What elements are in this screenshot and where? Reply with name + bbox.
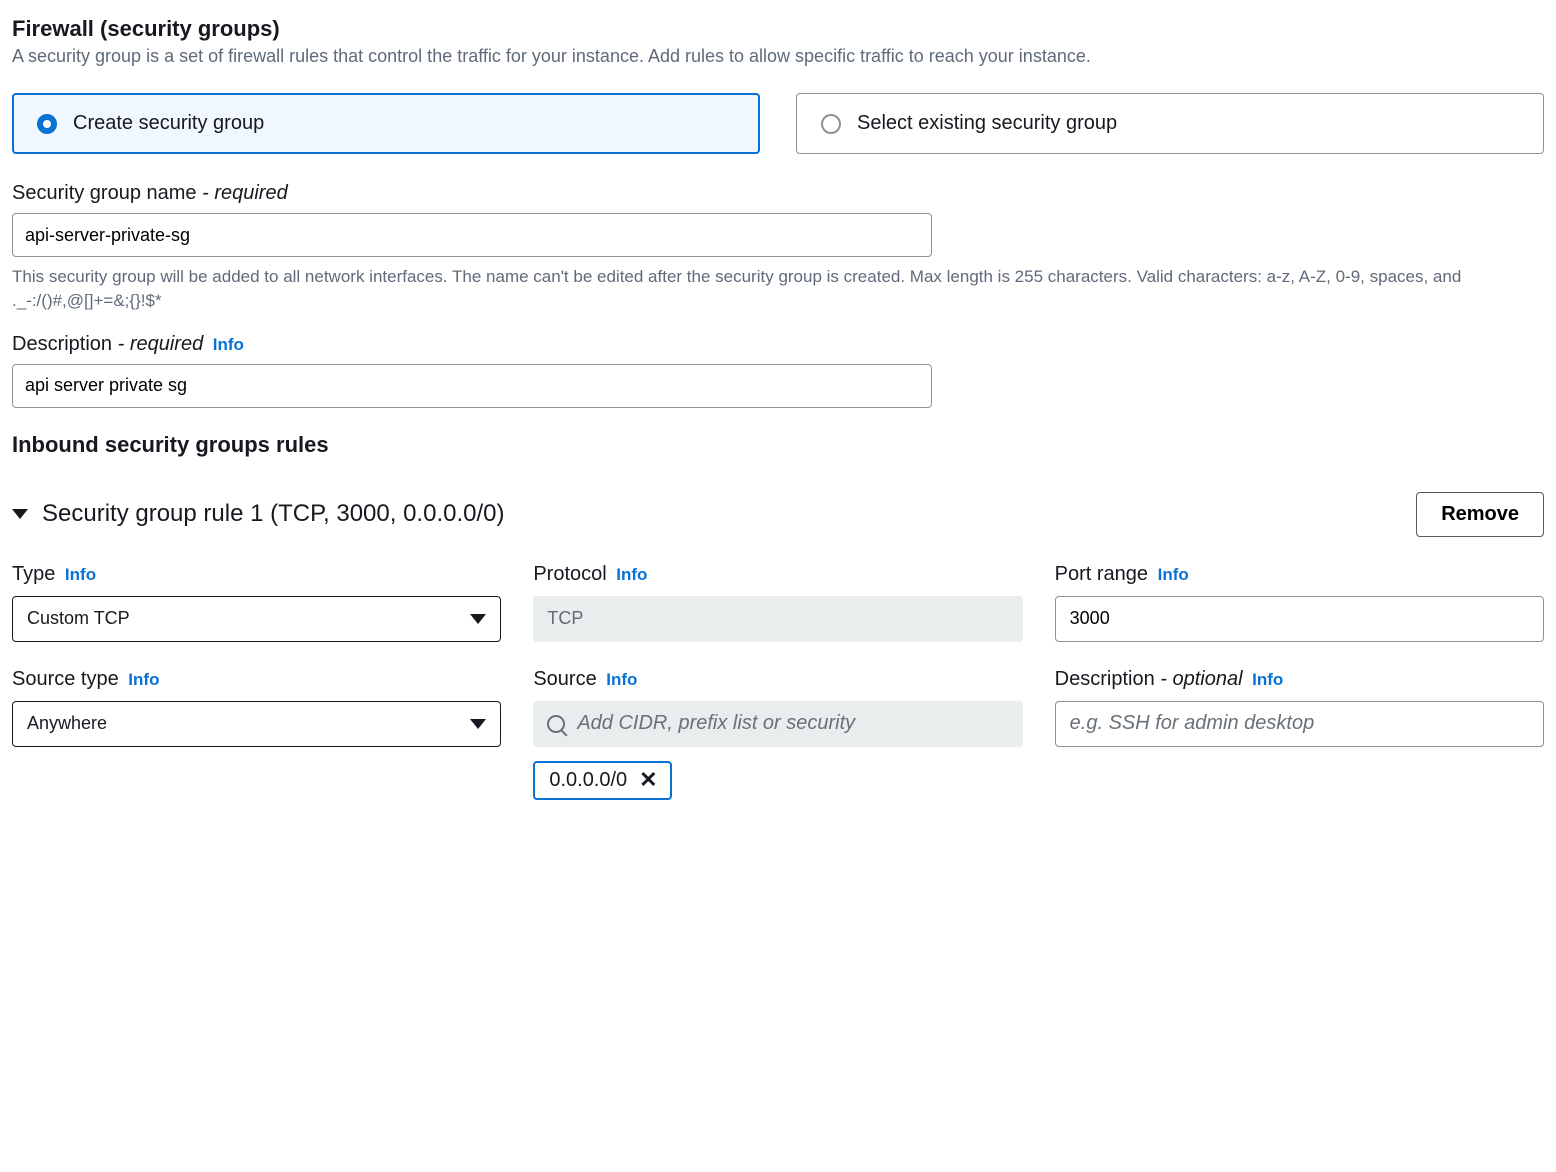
source-type-value: Anywhere [27, 713, 107, 734]
port-label: Port range Info [1055, 563, 1544, 586]
source-type-label: Source type Info [12, 668, 501, 691]
protocol-label-text: Protocol [533, 563, 606, 585]
rule-row-1: Type Info Custom TCP Protocol Info TCP P… [12, 563, 1544, 642]
firewall-heading: Firewall (security groups) [12, 16, 1544, 42]
sg-name-field: Security group name - required This secu… [12, 182, 1544, 313]
source-info-link[interactable]: Info [606, 670, 637, 689]
protocol-readonly: TCP [533, 596, 1022, 642]
source-column: Source Info Add CIDR, prefix list or sec… [533, 668, 1022, 800]
rule-desc-optional: - optional [1160, 668, 1242, 690]
type-value: Custom TCP [27, 608, 130, 629]
sg-desc-info-link[interactable]: Info [213, 335, 244, 354]
port-column: Port range Info [1055, 563, 1544, 642]
firewall-description: A security group is a set of firewall ru… [12, 44, 1544, 69]
radio-unselected-icon [821, 114, 841, 134]
chevron-down-icon [470, 719, 486, 729]
sg-desc-label: Description - required Info [12, 333, 1544, 356]
source-cidr-tag: 0.0.0.0/0 ✕ [533, 761, 671, 800]
protocol-info-link[interactable]: Info [616, 565, 647, 584]
rule-desc-info-link[interactable]: Info [1252, 670, 1283, 689]
inbound-rules-heading: Inbound security groups rules [12, 432, 1544, 458]
rule-row-2: Source type Info Anywhere Source Info Ad… [12, 668, 1544, 800]
sg-desc-input[interactable] [12, 364, 932, 408]
port-label-text: Port range [1055, 563, 1148, 585]
protocol-label: Protocol Info [533, 563, 1022, 586]
rule-desc-label: Description - optional Info [1055, 668, 1544, 691]
sg-name-hint: This security group will be added to all… [12, 265, 1544, 313]
source-type-select[interactable]: Anywhere [12, 701, 501, 747]
select-existing-sg-label: Select existing security group [857, 112, 1117, 135]
rule-desc-label-text: Description [1055, 668, 1155, 690]
sg-name-label-text: Security group name [12, 182, 197, 204]
sg-name-required: - required [202, 182, 288, 204]
sg-desc-label-text: Description [12, 333, 112, 355]
sg-desc-required: - required [118, 333, 204, 355]
create-sg-label: Create security group [73, 112, 264, 135]
port-range-input[interactable] [1055, 596, 1544, 642]
port-info-link[interactable]: Info [1158, 565, 1189, 584]
search-icon [547, 715, 565, 733]
source-search-box[interactable]: Add CIDR, prefix list or security [533, 701, 1022, 747]
chevron-down-icon [470, 614, 486, 624]
source-placeholder: Add CIDR, prefix list or security [577, 712, 855, 735]
type-select[interactable]: Custom TCP [12, 596, 501, 642]
type-info-link[interactable]: Info [65, 565, 96, 584]
type-label-text: Type [12, 563, 55, 585]
rule-desc-column: Description - optional Info [1055, 668, 1544, 800]
close-icon[interactable]: ✕ [639, 769, 657, 791]
remove-rule-button[interactable]: Remove [1416, 492, 1544, 537]
radio-selected-icon [37, 114, 57, 134]
rule-desc-input[interactable] [1055, 701, 1544, 747]
caret-down-icon[interactable] [12, 509, 28, 519]
type-column: Type Info Custom TCP [12, 563, 501, 642]
select-existing-sg-radio[interactable]: Select existing security group [796, 93, 1544, 154]
source-type-info-link[interactable]: Info [128, 670, 159, 689]
source-type-column: Source type Info Anywhere [12, 668, 501, 800]
sg-name-label: Security group name - required [12, 182, 1544, 205]
sg-desc-field: Description - required Info [12, 333, 1544, 408]
source-label-text: Source [533, 668, 596, 690]
sg-choice-group: Create security group Select existing se… [12, 93, 1544, 154]
protocol-column: Protocol Info TCP [533, 563, 1022, 642]
sg-name-input[interactable] [12, 213, 932, 257]
source-type-label-text: Source type [12, 668, 119, 690]
type-label: Type Info [12, 563, 501, 586]
source-label: Source Info [533, 668, 1022, 691]
rule-1-header: Security group rule 1 (TCP, 3000, 0.0.0.… [12, 492, 1544, 537]
rule-1-title: Security group rule 1 (TCP, 3000, 0.0.0.… [42, 500, 504, 528]
create-sg-radio[interactable]: Create security group [12, 93, 760, 154]
source-cidr-value: 0.0.0.0/0 [549, 769, 627, 792]
